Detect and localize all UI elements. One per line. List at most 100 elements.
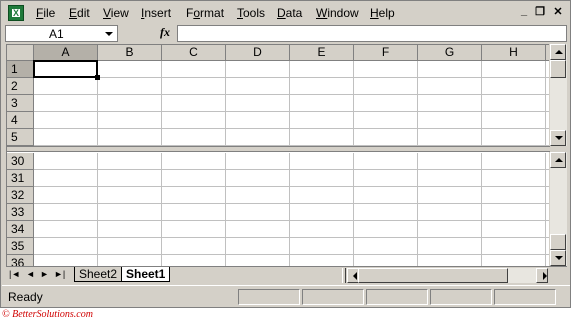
grid-cell[interactable]	[354, 112, 418, 129]
row-header[interactable]: 30	[7, 153, 34, 170]
grid-cell[interactable]	[162, 61, 226, 78]
grid-cell[interactable]	[98, 238, 162, 255]
grid-cell[interactable]	[354, 78, 418, 95]
column-header[interactable]: A	[34, 45, 98, 61]
grid-cell[interactable]	[482, 129, 546, 146]
grid-cell[interactable]	[162, 95, 226, 112]
grid-cell[interactable]	[34, 238, 98, 255]
menu-file[interactable]: File	[36, 6, 55, 20]
grid-cell[interactable]	[482, 112, 546, 129]
row-header[interactable]: 34	[7, 221, 34, 238]
menu-window[interactable]: Window	[316, 6, 359, 20]
grid-cell[interactable]	[290, 221, 354, 238]
scroll-down-icon[interactable]	[550, 130, 566, 146]
grid-cell[interactable]	[98, 61, 162, 78]
grid-cell[interactable]	[482, 78, 546, 95]
grid-cell[interactable]	[354, 153, 418, 170]
scroll-down-icon[interactable]	[550, 250, 566, 266]
grid-cell[interactable]	[290, 78, 354, 95]
menu-format[interactable]: Format	[186, 6, 224, 20]
grid-cell[interactable]	[418, 204, 482, 221]
close-icon[interactable]: ✕	[551, 5, 565, 18]
row-header[interactable]: 5	[7, 129, 34, 146]
grid-cell[interactable]	[418, 153, 482, 170]
excel-icon[interactable]: X	[8, 5, 24, 21]
grid-cell[interactable]	[290, 61, 354, 78]
formula-input[interactable]	[177, 25, 567, 42]
grid-cell[interactable]	[162, 153, 226, 170]
grid-cell[interactable]	[226, 221, 290, 238]
grid-cell[interactable]	[226, 61, 290, 78]
grid-cell[interactable]	[34, 112, 98, 129]
column-header[interactable]: F	[354, 45, 418, 61]
scroll-thumb-horizontal[interactable]	[358, 268, 508, 283]
row-header[interactable]: 3	[7, 95, 34, 112]
grid-cell[interactable]	[290, 170, 354, 187]
grid-cell[interactable]	[354, 238, 418, 255]
chevron-down-icon[interactable]	[102, 27, 116, 40]
grid-cell[interactable]	[162, 187, 226, 204]
grid-cell[interactable]	[98, 187, 162, 204]
grid-cell[interactable]	[34, 95, 98, 112]
grid-cell[interactable]	[418, 238, 482, 255]
grid-cell[interactable]	[98, 204, 162, 221]
row-header[interactable]: 2	[7, 78, 34, 95]
grid-cell[interactable]	[162, 238, 226, 255]
tab-sheet2[interactable]: Sheet2	[74, 267, 123, 282]
grid-cell[interactable]	[482, 170, 546, 187]
grid-cell[interactable]	[482, 61, 546, 78]
menu-tools[interactable]: Tools	[237, 6, 265, 20]
grid-cell[interactable]	[354, 221, 418, 238]
horizontal-scrollbar[interactable]	[358, 268, 536, 283]
vertical-scrollbar-top[interactable]	[549, 44, 567, 146]
row-header[interactable]: 35	[7, 238, 34, 255]
column-header[interactable]: D	[226, 45, 290, 61]
grid-cell[interactable]	[34, 129, 98, 146]
grid-cell[interactable]	[482, 238, 546, 255]
first-sheet-icon[interactable]: |◄	[9, 269, 20, 279]
grid-cell[interactable]	[354, 204, 418, 221]
grid-cell[interactable]	[162, 78, 226, 95]
tab-sheet1[interactable]: Sheet1	[121, 267, 171, 282]
grid-cell[interactable]	[418, 78, 482, 95]
grid-cell[interactable]	[34, 153, 98, 170]
row-header[interactable]: 33	[7, 204, 34, 221]
row-header[interactable]: 31	[7, 170, 34, 187]
grid-cell[interactable]	[226, 204, 290, 221]
grid-cell[interactable]	[162, 204, 226, 221]
grid-cell[interactable]	[162, 170, 226, 187]
grid-cell[interactable]	[34, 78, 98, 95]
grid-cell[interactable]	[354, 95, 418, 112]
next-sheet-icon[interactable]: ►	[40, 269, 49, 279]
menu-insert[interactable]: Insert	[141, 6, 171, 20]
grid-cell[interactable]	[98, 112, 162, 129]
grid-cell[interactable]	[98, 221, 162, 238]
grid-cell[interactable]	[226, 187, 290, 204]
worksheet-grid[interactable]: A B C D E F G H 1 2 3 4 5 30 31 32 33 34 35 36	[6, 44, 550, 272]
column-header[interactable]: B	[98, 45, 162, 61]
grid-cell[interactable]	[34, 204, 98, 221]
grid-cell[interactable]	[482, 187, 546, 204]
vertical-scrollbar-bottom[interactable]	[549, 152, 567, 266]
grid-cell[interactable]	[98, 129, 162, 146]
scroll-thumb-top[interactable]	[550, 60, 566, 78]
grid-cell[interactable]	[418, 221, 482, 238]
menu-edit[interactable]: Edit	[69, 6, 90, 20]
select-all-corner[interactable]	[7, 45, 34, 61]
grid-cell[interactable]	[418, 112, 482, 129]
grid-cell[interactable]	[226, 112, 290, 129]
scroll-thumb-bottom[interactable]	[550, 234, 566, 250]
grid-cell[interactable]	[354, 61, 418, 78]
menu-data[interactable]: Data	[277, 6, 302, 20]
grid-cell[interactable]	[34, 221, 98, 238]
grid-cell[interactable]	[482, 204, 546, 221]
grid-cell[interactable]	[482, 153, 546, 170]
grid-cell[interactable]	[418, 95, 482, 112]
grid-cell[interactable]	[226, 170, 290, 187]
grid-cell[interactable]	[162, 221, 226, 238]
menu-view[interactable]: View	[103, 6, 129, 20]
grid-cell[interactable]	[482, 221, 546, 238]
grid-cell[interactable]	[34, 170, 98, 187]
fill-handle[interactable]	[95, 75, 100, 80]
grid-cell[interactable]	[226, 238, 290, 255]
